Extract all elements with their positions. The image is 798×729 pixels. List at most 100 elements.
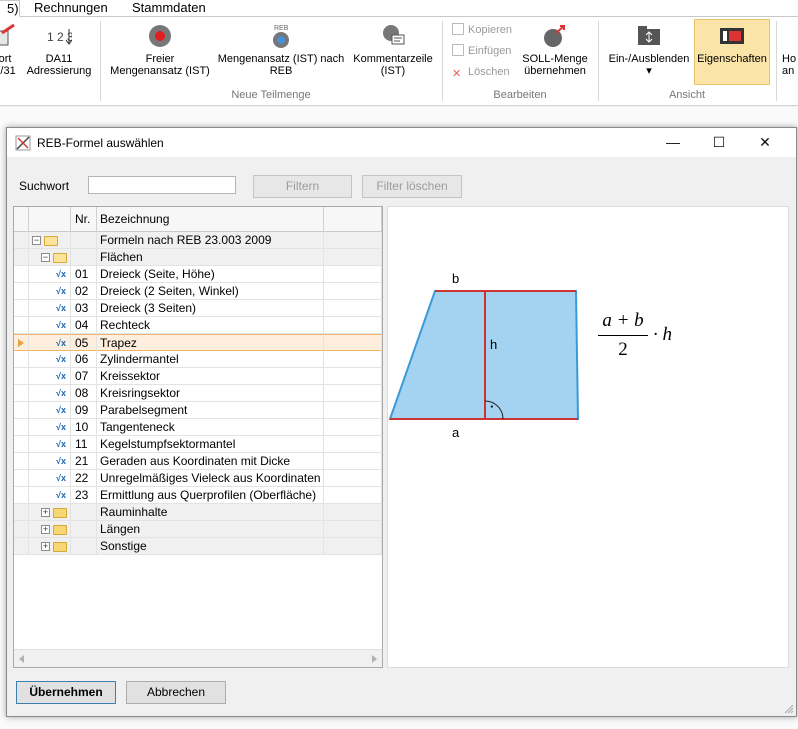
formula-row[interactable]: √x 04 Rechteck bbox=[14, 317, 382, 334]
dialog-titlebar[interactable]: REB-Formel auswählen — ☐ ✕ bbox=[7, 128, 796, 157]
resize-grip-icon[interactable] bbox=[784, 704, 794, 714]
tree-group-row[interactable]: − Formeln nach REB 23.003 2009 bbox=[14, 232, 382, 249]
formula-row[interactable]: √x 05 Trapez bbox=[14, 334, 382, 351]
ribbon-label: Freier bbox=[145, 53, 175, 65]
tab-current[interactable]: 5) bbox=[0, 0, 20, 17]
formula-icon: √x bbox=[56, 286, 66, 296]
formula-row[interactable]: √x 10 Tangenteneck bbox=[14, 419, 382, 436]
cell-bezeichnung: Parabelsegment bbox=[97, 402, 324, 419]
label-b: b bbox=[452, 271, 460, 286]
formula-row[interactable]: √x 08 Kreisringsektor bbox=[14, 385, 382, 402]
column-header-nr[interactable]: Nr. bbox=[71, 207, 97, 232]
reb-dot-icon: REB bbox=[273, 25, 289, 48]
uebernehmen-button[interactable]: Übernehmen bbox=[16, 681, 116, 704]
cell-filler bbox=[324, 504, 382, 521]
expand-icon[interactable]: + bbox=[41, 508, 50, 517]
cell-filler bbox=[324, 436, 382, 453]
export-icon bbox=[0, 23, 15, 46]
ribbon-label: DA11 bbox=[45, 53, 73, 65]
maximize-button[interactable]: ☐ bbox=[696, 128, 742, 157]
collapse-icon[interactable]: − bbox=[32, 236, 41, 245]
ribbon-label: Mengenansatz (IST) bbox=[110, 65, 210, 77]
scroll-right-icon[interactable] bbox=[372, 655, 377, 663]
folder-open-icon bbox=[53, 253, 67, 263]
ribbon-freier-mengenansatz-button[interactable]: Freier Mengenansatz (IST) bbox=[106, 19, 214, 77]
cell-bezeichnung: Kreisringsektor bbox=[97, 385, 324, 402]
formula-icon: √x bbox=[56, 338, 66, 348]
cell-filler bbox=[324, 317, 382, 334]
tree-group-row[interactable]: + Sonstige bbox=[14, 538, 382, 555]
ribbon-kommentarzeile-button[interactable]: Kommentarzeile (IST) bbox=[350, 19, 436, 77]
cell-nr: 07 bbox=[71, 368, 97, 385]
column-header-bezeichnung[interactable]: Bezeichnung bbox=[97, 207, 324, 232]
tree-cell: − bbox=[29, 232, 71, 249]
formula-fraction-bar bbox=[598, 335, 648, 336]
tree-group-row[interactable]: + Längen bbox=[14, 521, 382, 538]
ribbon-eigenschaften-button[interactable]: Eigenschaften bbox=[694, 19, 770, 65]
tree-cell: + bbox=[29, 504, 71, 521]
delete-icon: ✕ bbox=[452, 68, 462, 80]
formula-icon: √x bbox=[56, 354, 66, 364]
row-indicator bbox=[14, 334, 29, 351]
formula-row[interactable]: √x 03 Dreieck (3 Seiten) bbox=[14, 300, 382, 317]
cell-bezeichnung: Dreieck (2 Seiten, Winkel) bbox=[97, 283, 324, 300]
cell-nr bbox=[71, 521, 97, 538]
formula-row[interactable]: √x 22 Unregelmäßiges Vieleck aus Koordinat… bbox=[14, 470, 382, 487]
tab-stammdaten[interactable]: Stammdaten bbox=[124, 0, 214, 17]
formula-row[interactable]: √x 01 Dreieck (Seite, Höhe) bbox=[14, 266, 382, 283]
formula-row[interactable]: √x 23 Ermittlung aus Querprofilen (Oberflä… bbox=[14, 487, 382, 504]
tree-cell: √x bbox=[29, 317, 71, 334]
abbrechen-button[interactable]: Abbrechen bbox=[126, 681, 226, 704]
formula-row[interactable]: √x 06 Zylindermantel bbox=[14, 351, 382, 368]
tab-rechnungen[interactable]: Rechnungen bbox=[26, 0, 116, 17]
tree-group-row[interactable]: − Flächen bbox=[14, 249, 382, 266]
formula-icon: √x bbox=[56, 388, 66, 398]
ribbon-separator bbox=[442, 21, 443, 101]
formula-icon: √x bbox=[56, 456, 66, 466]
filter-button[interactable]: Filtern bbox=[253, 175, 352, 198]
ribbon-soll-menge-button[interactable]: SOLL-Menge übernehmen bbox=[516, 19, 594, 77]
formula-icon: √x bbox=[56, 320, 66, 330]
search-input[interactable] bbox=[88, 176, 236, 194]
ribbon-kopieren-button[interactable]: Kopieren bbox=[452, 21, 512, 39]
horizontal-scrollbar[interactable] bbox=[14, 649, 382, 667]
tree-group-row[interactable]: + Rauminhalte bbox=[14, 504, 382, 521]
formula-row[interactable]: √x 02 Dreieck (2 Seiten, Winkel) bbox=[14, 283, 382, 300]
folder-icon bbox=[53, 542, 67, 552]
formula-icon: √x bbox=[56, 371, 66, 381]
expand-icon[interactable]: + bbox=[41, 542, 50, 551]
ribbon-separator bbox=[100, 21, 101, 101]
ribbon-ein-ausblenden-button[interactable]: Ein-/Ausblenden ▾ bbox=[606, 19, 692, 77]
expand-icon[interactable]: + bbox=[41, 525, 50, 534]
formula-row[interactable]: √x 07 Kreissektor bbox=[14, 368, 382, 385]
ribbon-ho-button[interactable]: Ho an bbox=[782, 19, 798, 77]
cell-bezeichnung: Zylindermantel bbox=[97, 351, 324, 368]
cell-bezeichnung: Ermittlung aus Querprofilen (Oberfläche) bbox=[97, 487, 324, 504]
cell-bezeichnung: Kreissektor bbox=[97, 368, 324, 385]
minimize-button[interactable]: — bbox=[650, 128, 696, 157]
cell-bezeichnung: Unregelmäßiges Vieleck aus Koordinaten bbox=[97, 470, 324, 487]
formula-row[interactable]: √x 21 Geraden aus Koordinaten mit Dicke bbox=[14, 453, 382, 470]
formula-preview: b a h · a + b 2 · h bbox=[387, 206, 789, 668]
tree-cell: √x bbox=[29, 283, 71, 300]
formula-icon: √x bbox=[56, 269, 66, 279]
formula-row[interactable]: √x 11 Kegelstumpfsektormantel bbox=[14, 436, 382, 453]
ribbon-mengenansatz-reb-button[interactable]: REB Mengenansatz (IST) nach REB bbox=[216, 19, 346, 77]
dialog-app-icon bbox=[15, 135, 31, 151]
ribbon-loeschen-button[interactable]: ✕ Löschen bbox=[452, 63, 510, 81]
formula-row[interactable]: √x 09 Parabelsegment bbox=[14, 402, 382, 419]
ribbon-export-button[interactable]: ort 1/31 bbox=[0, 19, 18, 77]
ribbon-einfuegen-button[interactable]: Einfügen bbox=[452, 42, 511, 60]
formula-denominator: 2 bbox=[618, 339, 628, 360]
ribbon-da11-button[interactable]: 1 2 3 DA11 Adressierung bbox=[24, 19, 94, 77]
red-dot-icon bbox=[149, 25, 171, 47]
formula-grid[interactable]: Nr. Bezeichnung − Formeln nach REB 23.003… bbox=[13, 206, 383, 668]
scroll-left-icon[interactable] bbox=[19, 655, 24, 663]
collapse-icon[interactable]: − bbox=[41, 253, 50, 262]
grid-header: Nr. Bezeichnung bbox=[14, 207, 382, 232]
tree-cell: √x bbox=[29, 487, 71, 504]
close-button[interactable]: ✕ bbox=[742, 128, 788, 157]
tree-cell: √x bbox=[29, 436, 71, 453]
clear-filter-button[interactable]: Filter löschen bbox=[362, 175, 462, 198]
cell-filler bbox=[324, 419, 382, 436]
